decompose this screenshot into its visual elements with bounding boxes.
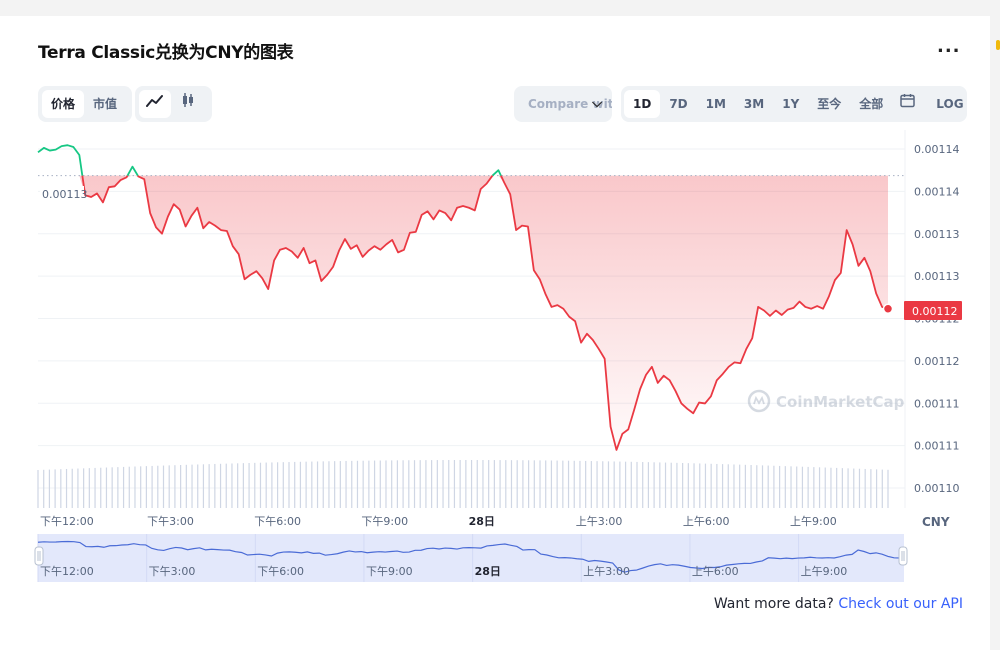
- candlestick-icon: [183, 93, 193, 107]
- chart-title: Terra Classic兑换为CNY的图表: [38, 43, 294, 63]
- chevron-down-icon: ⌵: [592, 96, 602, 111]
- tab-range-ytd[interactable]: 至今: [808, 90, 850, 118]
- more-options-button[interactable]: ...: [937, 36, 961, 57]
- metric-tab-group: 价格 市值: [38, 86, 132, 122]
- log-scale-button[interactable]: LOG: [927, 90, 972, 118]
- tab-market-cap[interactable]: 市值: [84, 90, 126, 118]
- range-tab-group: 1D 7D 1M 3M 1Y 至今 全部 LOG: [621, 86, 967, 122]
- tab-range-1y[interactable]: 1Y: [773, 90, 808, 118]
- candlestick-chart-button[interactable]: [171, 90, 205, 118]
- tab-range-1m[interactable]: 1M: [697, 90, 735, 118]
- chart-style-group: [135, 86, 212, 122]
- calendar-icon: [900, 94, 916, 108]
- tab-price[interactable]: 价格: [42, 90, 85, 118]
- api-promo-text: Want more data?: [713, 596, 834, 612]
- api-promo: Want more data? Check out our API: [714, 596, 963, 612]
- tab-range-3m[interactable]: 3M: [735, 90, 773, 118]
- tab-range-all[interactable]: 全部: [850, 90, 892, 118]
- compare-dropdown[interactable]: Compare with ⌵: [514, 86, 612, 122]
- tab-range-1d[interactable]: 1D: [624, 90, 661, 118]
- page-edge-marker: [996, 40, 1000, 50]
- line-chart-icon: [146, 95, 163, 107]
- line-chart-button[interactable]: [139, 90, 171, 118]
- api-link[interactable]: Check out our API: [838, 596, 963, 612]
- tab-range-7d[interactable]: 7D: [660, 90, 696, 118]
- calendar-button[interactable]: [892, 90, 923, 118]
